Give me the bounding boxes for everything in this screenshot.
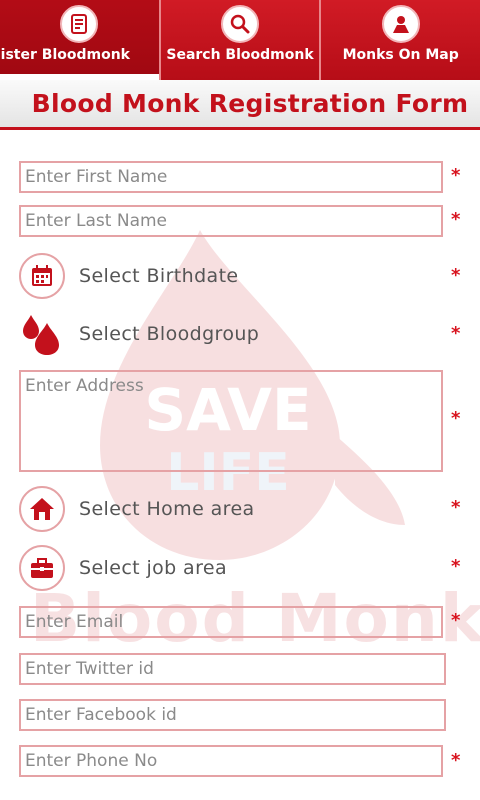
search-icon [221,5,259,43]
register-icon [60,5,99,43]
select-birthdate[interactable]: Select Birthdate [19,252,449,300]
required-marker: * [451,408,461,429]
required-marker: * [451,165,461,186]
required-marker: * [451,556,461,577]
page-title: Blood Monk Registration Form [31,89,469,118]
map-icon [381,5,420,43]
select-bloodgroup[interactable]: Select Bloodgroup [19,310,449,358]
phone-field[interactable] [19,745,443,777]
select-job-area[interactable]: Select job area [19,544,449,592]
blood-drop-icon [19,311,65,357]
briefcase-icon [19,545,65,591]
tab-label: Monks On Map [342,47,459,63]
first-name-field[interactable] [19,161,443,193]
top-tab-bar: gister Bloodmonk Search Bloodmonk Monks … [0,0,480,80]
bloodgroup-label: Select Bloodgroup [79,323,260,345]
twitter-id-field[interactable] [19,653,446,685]
required-marker: * [451,209,461,230]
tab-monks-on-map[interactable]: Monks On Map [321,0,480,80]
facebook-id-field[interactable] [19,699,446,731]
select-home-area[interactable]: Select Home area [19,485,449,533]
job-area-label: Select job area [79,557,228,579]
required-marker: * [451,265,461,286]
tab-register-bloodmonk[interactable]: gister Bloodmonk [0,0,161,80]
calendar-icon [19,253,65,299]
email-field[interactable] [19,606,443,638]
tab-search-bloodmonk[interactable]: Search Bloodmonk [160,0,322,80]
birthdate-label: Select Birthdate [79,265,239,287]
required-marker: * [451,610,461,631]
required-marker: * [451,323,461,344]
tab-label: gister Bloodmonk [0,47,130,63]
address-field[interactable] [19,370,443,472]
tab-label: Search Bloodmonk [166,47,314,63]
last-name-field[interactable] [19,205,443,237]
required-marker: * [451,497,461,518]
home-area-label: Select Home area [79,498,255,520]
form-header: Blood Monk Registration Form [0,80,480,130]
home-icon [19,486,65,532]
required-marker: * [451,750,461,771]
